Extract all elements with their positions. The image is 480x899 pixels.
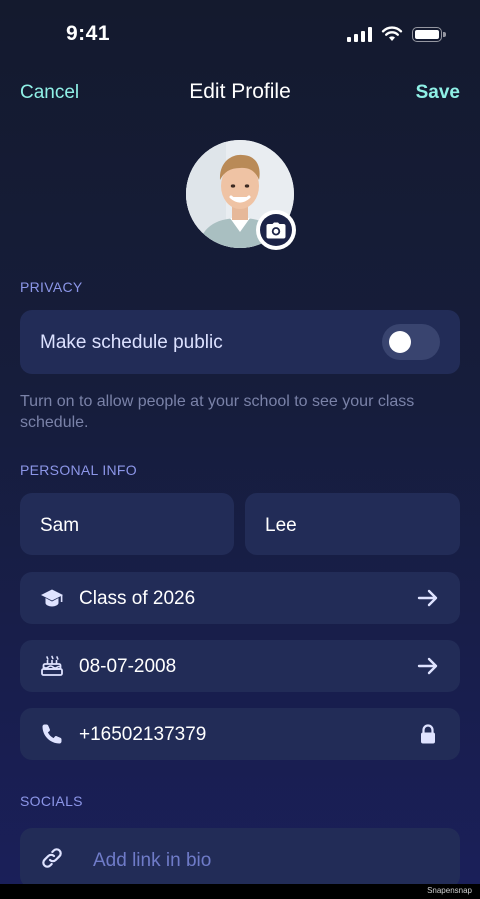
phone-icon [42,724,62,744]
toggle-knob [389,331,411,353]
phone-row[interactable]: +16502137379 [20,708,460,760]
battery-icon [412,26,446,42]
arrow-right-icon[interactable] [416,654,440,678]
lock-icon [421,724,435,744]
status-time: 9:41 [66,22,111,45]
signal-icon [347,26,372,42]
change-photo-button[interactable] [256,210,296,250]
birthday-value: 08-07-2008 [79,656,177,677]
page-title: Edit Profile [189,80,291,103]
class-year-value: Class of 2026 [79,588,196,609]
class-year-row[interactable]: Class of 2026 [20,572,460,624]
nav-bar: Cancel Edit Profile Save [0,78,480,110]
birthday-cake-icon [41,655,63,676]
footer-strip: Snapensnap [0,884,480,899]
socials-section-label: SOCIALS [20,793,83,809]
link-in-bio-placeholder: Add link in bio [93,850,212,871]
watermark-text: Snapensnap [427,886,472,895]
phone-value: +16502137379 [79,724,207,745]
link-in-bio-field[interactable]: Add link in bio [20,828,460,888]
birthday-row[interactable]: 08-07-2008 [20,640,460,692]
link-icon [42,848,62,868]
graduation-cap-icon [41,589,63,607]
save-button[interactable]: Save [416,82,460,104]
privacy-helper-text: Turn on to allow people at your school t… [20,393,415,431]
privacy-section-label: PRIVACY [20,279,83,295]
avatar-container[interactable] [186,140,296,250]
status-bar: 9:41 [0,0,480,70]
schedule-public-toggle[interactable] [382,324,440,360]
first-name-value: Sam [40,515,80,536]
last-name-field[interactable]: Lee [245,493,460,555]
wifi-icon [381,26,403,41]
last-name-value: Lee [265,515,297,536]
schedule-public-label: Make schedule public [40,332,223,353]
first-name-field[interactable]: Sam [20,493,234,555]
arrow-right-icon[interactable] [416,586,440,610]
status-icons [347,26,446,42]
camera-icon [266,222,286,238]
schedule-privacy-row: Make schedule public [20,310,460,374]
personal-info-section-label: PERSONAL INFO [20,462,137,478]
